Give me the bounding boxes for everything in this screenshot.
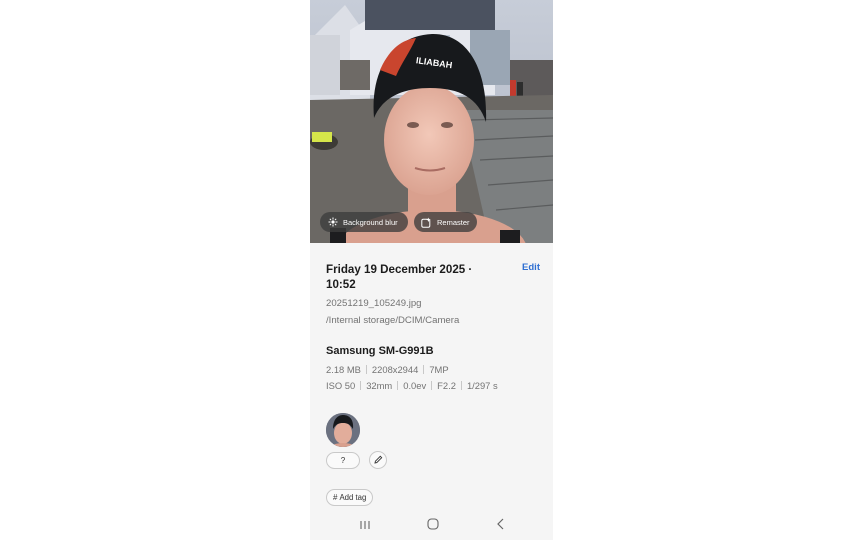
pencil-icon xyxy=(373,451,383,469)
device-model: Samsung SM-G991B xyxy=(326,345,434,357)
person-face-thumbnail[interactable] xyxy=(326,413,360,447)
camera-specs: ISO 50 32mm 0.0ev F2.2 1/297 s xyxy=(326,380,498,391)
resolution: 2208x2944 xyxy=(371,364,419,375)
date-time: Friday 19 December 2025 · 10:52 xyxy=(326,263,473,291)
aperture: F2.2 xyxy=(437,380,456,391)
shutter-speed: 1/297 s xyxy=(466,380,498,391)
home-button[interactable] xyxy=(423,516,443,536)
gallery-details-screen: ILIABAH Background blur Remaster Friday … xyxy=(310,0,553,540)
add-tag-button[interactable]: # Add tag xyxy=(326,489,374,506)
recent-apps-icon xyxy=(359,517,371,535)
megapixels: 7MP xyxy=(429,364,449,375)
recent-apps-button[interactable] xyxy=(355,516,375,536)
photo-image: ILIABAH xyxy=(310,0,553,243)
face-image xyxy=(326,413,360,447)
system-navigation-bar xyxy=(310,512,553,540)
background-blur-button[interactable]: Background blur xyxy=(320,212,408,232)
file-size: 2.18 MB xyxy=(326,364,361,375)
add-tag-label: Add tag xyxy=(339,493,367,502)
blur-sparkle-icon xyxy=(327,217,338,228)
divider xyxy=(365,365,367,374)
divider xyxy=(423,365,425,374)
remaster-icon xyxy=(421,217,432,228)
unknown-person-label[interactable]: ? xyxy=(326,452,360,469)
remaster-label: Remaster xyxy=(437,217,470,227)
divider xyxy=(431,381,433,390)
back-icon xyxy=(496,517,506,535)
edit-details-button[interactable]: Edit xyxy=(522,262,540,273)
divider xyxy=(460,381,462,390)
photo-preview[interactable]: ILIABAH Background blur Remaster xyxy=(310,0,553,243)
file-specs: 2.18 MB 2208x2944 7MP xyxy=(326,364,449,375)
edit-people-button[interactable] xyxy=(369,451,387,469)
file-path: /Internal storage/DCIM/Camera xyxy=(326,315,460,326)
iso-value: ISO 50 xyxy=(326,380,356,391)
focal-length: 32mm xyxy=(366,380,393,391)
back-button[interactable] xyxy=(491,516,511,536)
divider xyxy=(360,381,362,390)
background-blur-label: Background blur xyxy=(343,217,398,227)
remaster-button[interactable]: Remaster xyxy=(414,212,477,232)
divider xyxy=(397,381,399,390)
home-icon xyxy=(427,517,439,535)
hash-icon: # xyxy=(333,493,338,502)
exposure-value: 0.0ev xyxy=(403,380,427,391)
filename: 20251219_105249.jpg xyxy=(326,298,422,309)
